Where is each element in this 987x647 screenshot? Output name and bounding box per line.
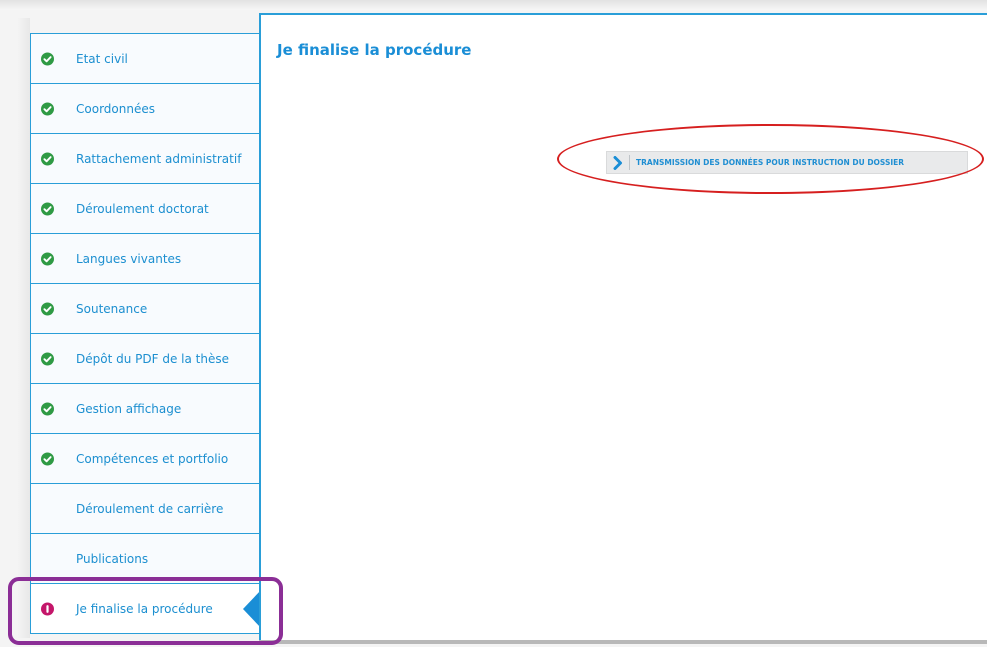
sidebar-item-etat-civil[interactable]: Etat civil [31,34,260,84]
sidebar-item-depot-pdf-these[interactable]: Dépôt du PDF de la thèse [31,334,260,384]
button-separator [629,155,630,170]
sidebar-item-label: Déroulement de carrière [76,501,224,516]
sidebar-item-label: Langues vivantes [76,251,182,266]
sidebar-item-label: Je finalise la procédure [76,601,213,616]
sidebar-item-rattachement-administratif[interactable]: Rattachement administratif [31,134,260,184]
sidebar-item-label: Gestion affichage [76,401,182,416]
transmission-button[interactable]: TRANSMISSION DES DONNÉES POUR INSTRUCTIO… [606,151,968,174]
transmission-button-label: TRANSMISSION DES DONNÉES POUR INSTRUCTIO… [636,158,905,167]
sidebar-item-label: Compétences et portfolio [76,451,229,466]
alert-circle-icon [41,602,54,615]
sidebar-item-label: Soutenance [76,301,148,316]
sidebar-item-coordonnees[interactable]: Coordonnées [31,84,260,134]
left-shadow [16,18,30,638]
sidebar-item-langues-vivantes[interactable]: Langues vivantes [31,234,260,284]
check-circle-icon [41,352,54,365]
check-circle-icon [41,102,54,115]
sidebar-item-deroulement-doctorat[interactable]: Déroulement doctorat [31,184,260,234]
sidebar-item-label: Dépôt du PDF de la thèse [76,351,229,366]
sidebar-item-deroulement-carriere[interactable]: Déroulement de carrière [31,484,260,534]
procedure-sidebar: Etat civil Coordonnées Rattachement admi… [30,33,261,634]
check-circle-icon [41,302,54,315]
sidebar-item-label: Etat civil [76,51,128,66]
chevron-right-icon [610,154,626,172]
sidebar-item-gestion-affichage[interactable]: Gestion affichage [31,384,260,434]
sidebar-item-label: Déroulement doctorat [76,201,209,216]
check-circle-icon [41,252,54,265]
sidebar-item-competences-portfolio[interactable]: Compétences et portfolio [31,434,260,484]
sidebar-item-publications[interactable]: Publications [31,534,260,584]
check-circle-icon [41,402,54,415]
check-circle-icon [41,52,54,65]
sidebar-item-label: Coordonnées [76,101,155,116]
check-circle-icon [41,202,54,215]
main-content-panel: Je finalise la procédure TRANSMISSION DE… [259,13,987,643]
sidebar-item-label: Rattachement administratif [76,151,242,166]
sidebar-item-je-finalise-procedure[interactable]: Je finalise la procédure [31,584,261,634]
check-circle-icon [41,452,54,465]
page-title: Je finalise la procédure [277,41,472,59]
sidebar-item-soutenance[interactable]: Soutenance [31,284,260,334]
sidebar-item-label: Publications [76,551,149,566]
check-circle-icon [41,152,54,165]
panel-bottom-shadow [259,640,987,644]
window-top-shadow [0,0,987,10]
